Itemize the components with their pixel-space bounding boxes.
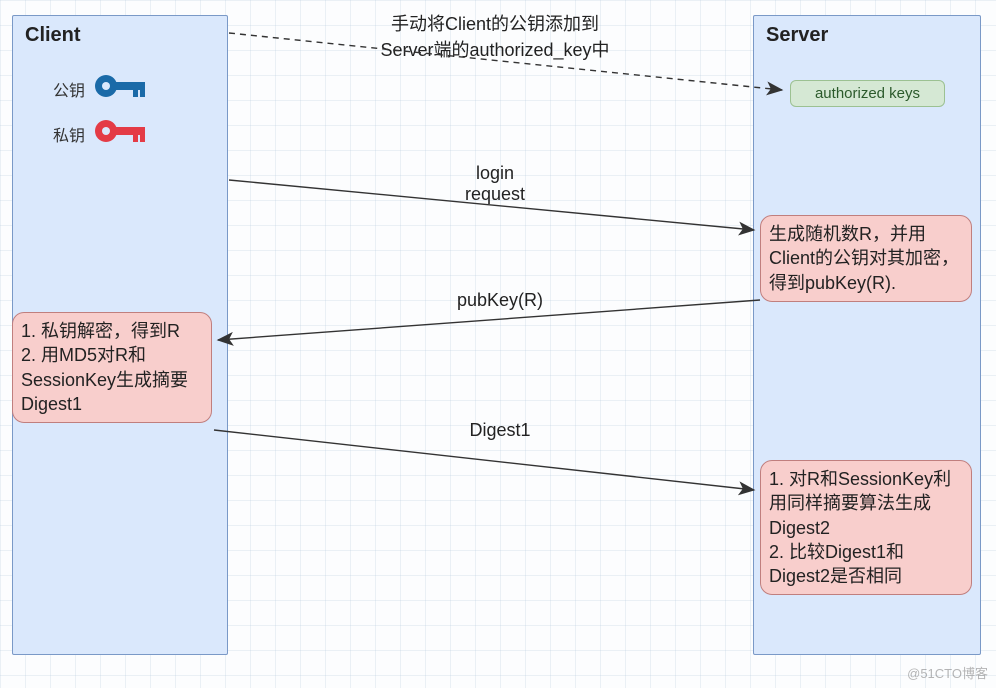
watermark: @51CTO博客: [907, 663, 988, 682]
private-key-label: 私钥: [53, 122, 93, 146]
server-step-box-1: 生成随机数R，并用Client的公钥对其加密，得到pubKey(R).: [760, 215, 972, 302]
server-step-box-2: 1. 对R和SessionKey利用同样摘要算法生成Digest2 2. 比较D…: [760, 460, 972, 595]
auth-keys-box: authorized keys: [790, 80, 945, 107]
key-icon: [93, 116, 149, 151]
private-key-row: 私钥: [53, 116, 149, 151]
key-icon: [93, 71, 149, 106]
public-key-row: 公钥: [53, 71, 149, 106]
public-key-label: 公钥: [53, 77, 93, 101]
client-step-box: 1. 私钥解密，得到R 2. 用MD5对R和SessionKey生成摘要Dige…: [12, 312, 212, 423]
pubkey-label: pubKey(R): [420, 290, 580, 311]
login-label: login request: [430, 163, 560, 205]
manual-add-label: 手动将Client的公钥添加到 Server端的authorized_key中: [325, 10, 665, 62]
client-title: Client: [25, 24, 81, 47]
digest-label: Digest1: [440, 420, 560, 441]
server-title: Server: [766, 24, 828, 47]
